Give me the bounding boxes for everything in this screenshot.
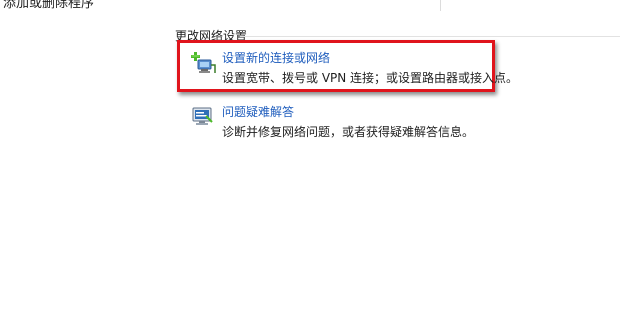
previous-task-text: 添加或删除程序	[3, 0, 95, 11]
troubleshoot-icon	[190, 105, 216, 129]
section-divider	[240, 36, 620, 37]
new-connection-icon	[190, 51, 216, 75]
task-link-new-connection[interactable]: 设置新的连接或网络	[222, 49, 330, 66]
task-description-new-connection: 设置宽带、拨号或 VPN 连接；或设置路由器或接入点。	[222, 71, 519, 85]
task-description-troubleshoot: 诊断并修复网络问题，或者获得疑难解答信息。	[222, 125, 475, 139]
task-link-troubleshoot[interactable]: 问题疑难解答	[222, 103, 294, 120]
column-divider	[440, 0, 441, 11]
